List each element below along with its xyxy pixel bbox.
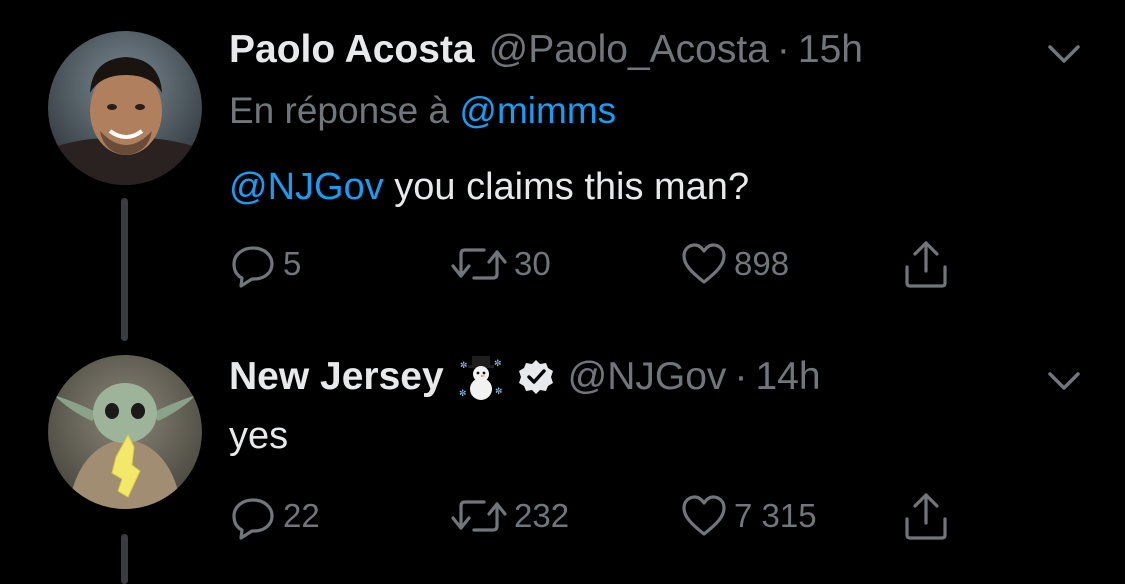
verified-badge-icon — [518, 360, 553, 394]
tweet-text-content: you claims this man? — [383, 166, 750, 208]
tweet-text: @NJGov you claims this man? — [229, 163, 749, 211]
chevron-down-icon[interactable] — [1046, 42, 1082, 66]
tweet-new-jersey[interactable]: New Jersey ✼ ✼ ✼ ✼ @NJGov · 14h yes 22 2… — [0, 345, 1125, 584]
tweet-text: yes — [229, 415, 289, 457]
chevron-down-icon[interactable] — [1046, 369, 1082, 393]
avatar[interactable] — [48, 31, 202, 185]
mention-link[interactable]: @NJGov — [229, 166, 384, 208]
retweet-button[interactable]: 30 — [450, 239, 551, 289]
svg-text:✼: ✼ — [460, 361, 468, 371]
reply-icon — [232, 498, 274, 540]
share-icon — [905, 493, 947, 540]
separator-dot: · — [776, 28, 790, 71]
share-icon — [905, 241, 947, 288]
reply-count: 22 — [283, 497, 320, 534]
share-button[interactable] — [903, 239, 949, 289]
reply-button[interactable]: 5 — [229, 239, 301, 289]
retweet-button[interactable]: 232 — [450, 491, 569, 541]
timestamp[interactable]: 14h — [755, 353, 820, 401]
share-button[interactable] — [903, 491, 949, 541]
svg-text:✼: ✼ — [495, 387, 503, 397]
snowman-icon: ✼ ✼ ✼ ✼ — [459, 356, 503, 400]
author-handle[interactable]: @Paolo_Acosta — [489, 26, 769, 74]
tweet-paolo[interactable]: Paolo Acosta @Paolo_Acosta · 15h En répo… — [0, 0, 1125, 345]
thread-line — [121, 534, 128, 584]
svg-text:✼: ✼ — [494, 359, 502, 369]
person-avatar-icon — [48, 31, 202, 185]
separator-dot: · — [734, 355, 748, 398]
author-name[interactable]: Paolo Acosta — [229, 26, 475, 74]
tweet-header: New Jersey ✼ ✼ ✼ ✼ @NJGov · 14h — [229, 353, 821, 401]
retweet-count: 232 — [514, 497, 570, 534]
like-button[interactable]: 7 315 — [680, 491, 817, 541]
author-name[interactable]: New Jersey — [229, 353, 444, 401]
action-bar: 22 232 7 315 — [229, 491, 989, 541]
tweet-header: Paolo Acosta @Paolo_Acosta · 15h — [229, 26, 863, 74]
reply-button[interactable]: 22 — [229, 491, 320, 541]
reply-to-link[interactable]: @mimms — [459, 90, 616, 131]
author-handle[interactable]: @NJGov — [568, 353, 727, 401]
reply-prefix: En réponse à — [229, 90, 450, 131]
thread-line — [121, 198, 128, 341]
avatar[interactable] — [48, 355, 202, 509]
baby-yoda-new-jersey-avatar-icon — [48, 355, 202, 509]
reply-icon — [232, 246, 274, 288]
like-button[interactable]: 898 — [680, 239, 789, 289]
heart-icon — [682, 495, 726, 536]
action-bar: 5 30 898 — [229, 239, 989, 289]
retweet-count: 30 — [514, 245, 551, 282]
retweet-icon — [451, 500, 507, 532]
reply-count: 5 — [283, 245, 302, 282]
like-count: 898 — [734, 245, 790, 282]
svg-text:✼: ✼ — [459, 389, 467, 399]
timestamp[interactable]: 15h — [798, 26, 863, 74]
reply-context: En réponse à @mimms — [229, 88, 616, 134]
retweet-icon — [451, 248, 507, 280]
like-count: 7 315 — [734, 497, 817, 534]
heart-icon — [682, 243, 726, 284]
